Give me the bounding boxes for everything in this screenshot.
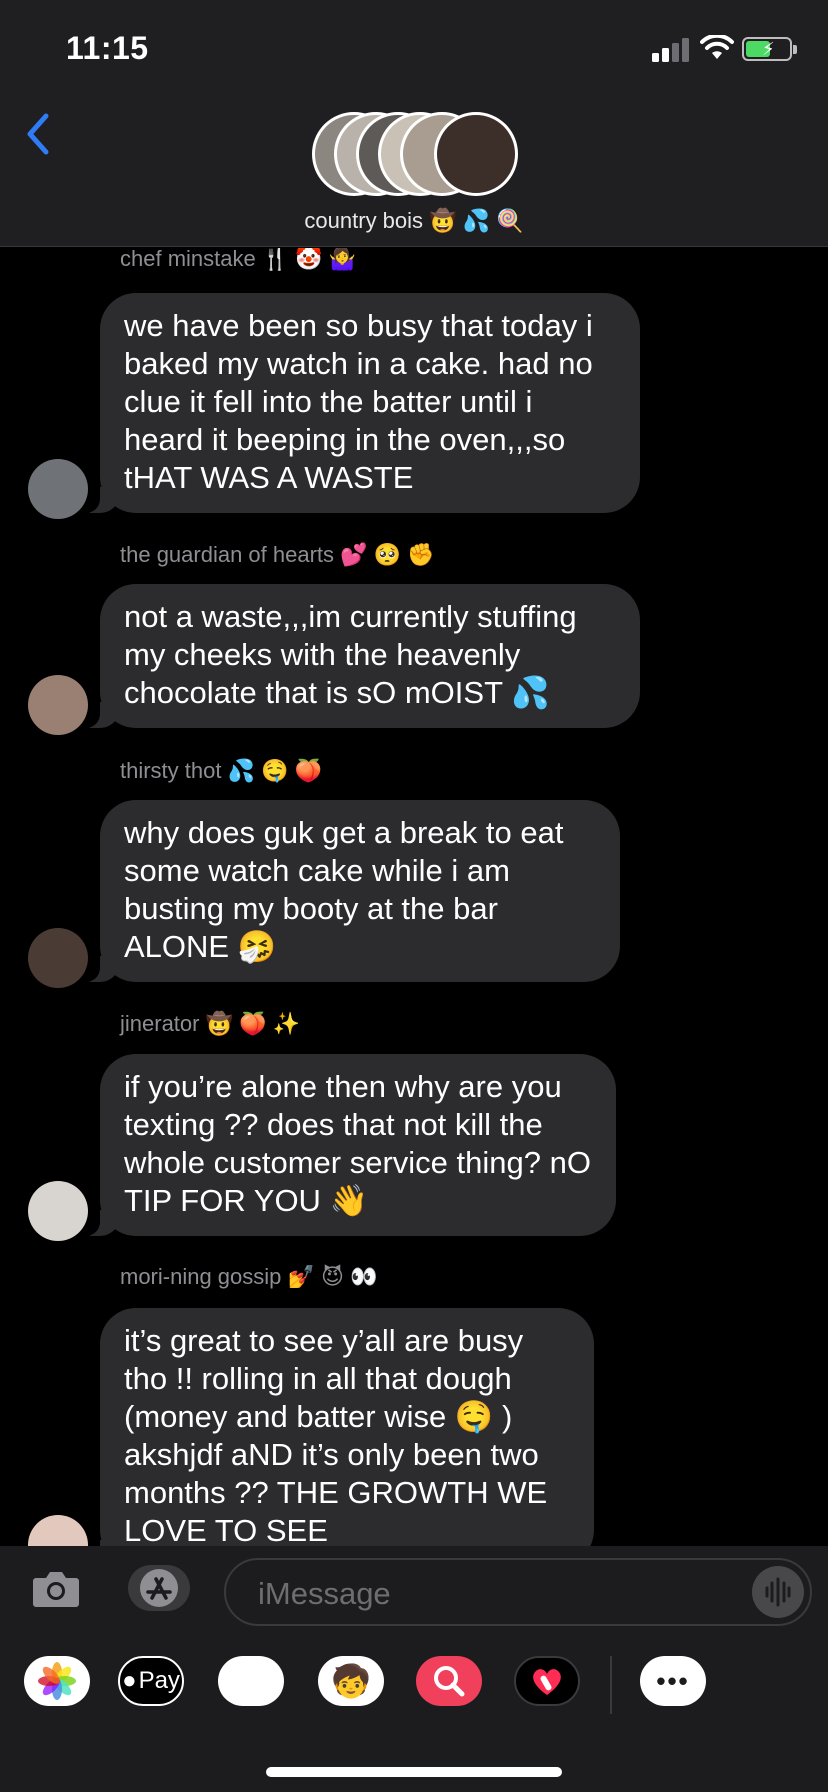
sender-name: mori-ning gossip 💅 😈 👀 <box>120 1264 378 1289</box>
more-apps-icon: ••• <box>656 1665 690 1696</box>
group-name[interactable]: country bois 🤠 💦 🍭 <box>0 208 828 234</box>
images-search-icon <box>434 1666 465 1697</box>
apple-pay-button[interactable]: ● Pay <box>118 1656 184 1706</box>
photos-app-icon <box>38 1662 76 1700</box>
conversation-header: 11:15 ⚡ country bois 🤠 💦 🍭 <box>0 0 828 247</box>
wifi-icon <box>700 35 734 59</box>
message-list[interactable]: chef minstake 🍴 🤡 🤷‍♀️ we have been so b… <box>0 248 828 1546</box>
sender-avatar[interactable] <box>28 675 88 735</box>
sender-avatar[interactable] <box>28 1515 88 1546</box>
battery-icon: ⚡ <box>742 37 797 61</box>
message-bubble[interactable]: it’s great to see y’all are busy tho !! … <box>80 1308 594 1546</box>
photos-app-button[interactable] <box>24 1656 90 1706</box>
digital-touch-icon <box>533 1669 561 1695</box>
sender-name: the guardian of hearts 💕 🥺 ✊ <box>120 542 435 567</box>
sender-avatar[interactable] <box>28 928 88 988</box>
memoji-button[interactable]: 🧒 <box>318 1656 384 1706</box>
group-member-avatar <box>434 112 518 196</box>
status-time: 11:15 <box>66 30 149 66</box>
sender-name: chef minstake 🍴 🤡 🤷‍♀️ <box>120 248 357 271</box>
animoji-icon: 🐵 <box>232 1663 270 1699</box>
home-indicator[interactable] <box>266 1767 562 1777</box>
sender-avatar[interactable] <box>28 459 88 519</box>
more-apps-button[interactable]: ••• <box>640 1656 706 1706</box>
compose-bar: iMessage ● Pay 🐵 🧒 ••• <box>0 1546 828 1792</box>
camera-icon[interactable] <box>32 1568 80 1608</box>
digital-touch-button[interactable] <box>514 1656 580 1706</box>
memoji-icon: 🧒 <box>331 1663 371 1699</box>
message-input-placeholder: iMessage <box>258 1576 391 1611</box>
cellular-signal-icon <box>652 38 692 62</box>
message-bubble[interactable]: why does guk get a break to eat some wat… <box>80 800 620 982</box>
back-chevron-icon[interactable] <box>24 112 54 156</box>
app-drawer-divider <box>610 1656 612 1714</box>
message-bubble[interactable]: if you’re alone then why are you texting… <box>80 1054 616 1236</box>
group-avatar-stack[interactable] <box>312 112 518 196</box>
sender-name: thirsty thot 💦 🤤 🍑 <box>120 758 322 783</box>
sender-avatar[interactable] <box>28 1181 88 1241</box>
waveform-icon <box>765 1577 791 1607</box>
apple-pay-label: Pay <box>138 1667 180 1694</box>
message-input[interactable]: iMessage <box>224 1558 812 1626</box>
app-drawer: ● Pay 🐵 🧒 ••• <box>0 1656 828 1716</box>
app-store-button[interactable] <box>128 1565 190 1611</box>
images-search-button[interactable] <box>416 1656 482 1706</box>
app-store-icon <box>140 1569 178 1607</box>
audio-message-button[interactable] <box>752 1566 804 1618</box>
animoji-button[interactable]: 🐵 <box>218 1656 284 1706</box>
apple-logo-icon: ● <box>122 1667 137 1694</box>
message-bubble[interactable]: we have been so busy that today i baked … <box>80 293 640 513</box>
sender-name: jinerator 🤠 🍑 ✨ <box>120 1011 300 1036</box>
message-bubble[interactable]: not a waste,,,im currently stuffing my c… <box>80 584 640 728</box>
